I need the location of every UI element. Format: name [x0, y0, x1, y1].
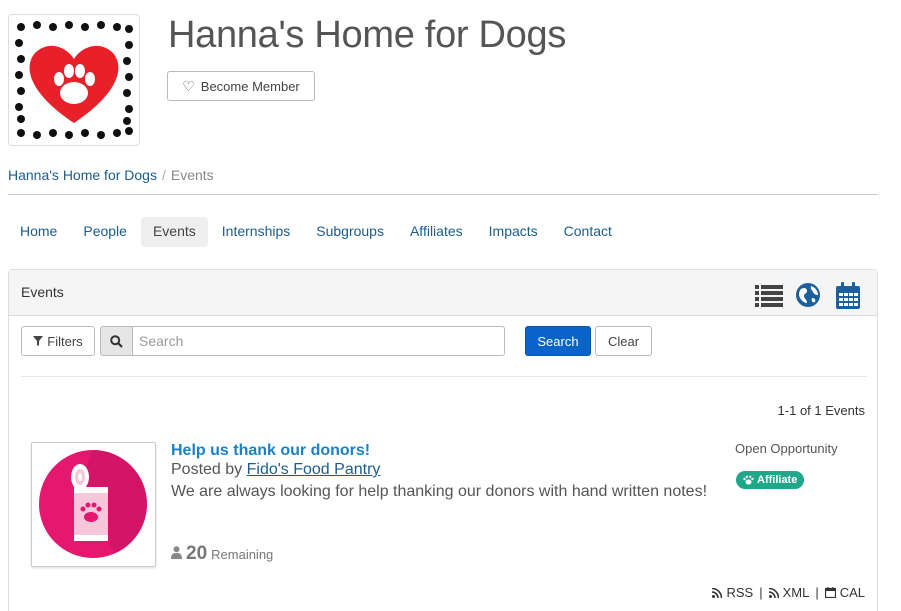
- calendar-small-icon: [824, 587, 836, 598]
- globe-icon[interactable]: [795, 282, 821, 308]
- tab-internships[interactable]: Internships: [210, 217, 302, 247]
- posted-by-prefix: Posted by: [171, 461, 243, 478]
- events-panel: Events Filters Search Search Clear 1-1 o…: [8, 269, 878, 611]
- xml-link[interactable]: XML: [783, 585, 810, 600]
- remaining-spots: 20 Remaining: [171, 543, 273, 565]
- event-thumbnail[interactable]: [31, 442, 156, 567]
- event-posted-by: Posted by Fido's Food Pantry: [171, 461, 380, 479]
- become-member-button[interactable]: ♡ Become Member: [167, 71, 315, 101]
- breadcrumb-org-link[interactable]: Hanna's Home for Dogs: [8, 167, 157, 183]
- filter-divider: [21, 376, 867, 377]
- dog-food-can-icon: [39, 450, 148, 558]
- tab-affiliates[interactable]: Affiliates: [398, 217, 475, 247]
- calendar-icon[interactable]: [835, 282, 861, 309]
- tab-home[interactable]: Home: [8, 217, 69, 247]
- org-name: Hanna's Home for Dogs: [168, 14, 567, 56]
- filters-label: Filters: [47, 333, 83, 349]
- clear-button[interactable]: Clear: [595, 326, 652, 356]
- affiliate-badge-label: Affiliate: [757, 474, 798, 486]
- tab-impacts[interactable]: Impacts: [477, 217, 550, 247]
- affiliate-badge: Affiliate: [736, 471, 805, 489]
- person-icon: [171, 546, 182, 559]
- event-description: We are always looking for help thanking …: [171, 483, 708, 500]
- feed-separator: |: [759, 585, 763, 600]
- event-title-link[interactable]: Help us thank our donors!: [171, 442, 370, 460]
- tab-events[interactable]: Events: [140, 217, 208, 247]
- feed-links: RSS | XML | CAL: [712, 585, 865, 600]
- paw-heart-logo-icon: [15, 21, 133, 139]
- cal-link[interactable]: CAL: [840, 585, 865, 600]
- posted-by-org-link[interactable]: Fido's Food Pantry: [247, 461, 381, 478]
- remaining-label: Remaining: [211, 547, 274, 562]
- search-button[interactable]: Search: [525, 326, 591, 356]
- xml-feed-icon: [768, 587, 779, 598]
- breadcrumb-current: Events: [170, 167, 214, 183]
- org-logo: [8, 14, 140, 146]
- breadcrumb: Hanna's Home for Dogs / Events: [8, 167, 214, 183]
- results-count: 1-1 of 1 Events: [777, 403, 865, 418]
- tab-people[interactable]: People: [71, 217, 139, 247]
- search-input[interactable]: [132, 326, 505, 356]
- filter-funnel-icon: [33, 336, 44, 346]
- remaining-count: 20: [186, 543, 208, 564]
- panel-title: Events: [21, 284, 64, 300]
- org-nav: Home People Events Internships Subgroups…: [8, 217, 626, 247]
- paw-icon: [743, 475, 754, 485]
- filter-bar: Filters Search Clear: [21, 326, 867, 358]
- become-member-label: Become Member: [200, 78, 300, 94]
- rss-icon: [712, 587, 723, 598]
- filters-button[interactable]: Filters: [21, 326, 95, 356]
- view-switcher: [755, 282, 861, 309]
- opportunity-status: Open Opportunity: [735, 441, 838, 456]
- search-icon: [100, 326, 132, 356]
- events-panel-header: Events: [9, 270, 877, 316]
- heart-outline-icon: ♡: [182, 78, 195, 94]
- rss-link[interactable]: RSS: [726, 585, 753, 600]
- breadcrumb-separator: /: [161, 167, 166, 183]
- header-divider: [8, 194, 878, 195]
- list-view-icon[interactable]: [755, 282, 783, 308]
- tab-contact[interactable]: Contact: [552, 217, 624, 247]
- feed-separator: |: [815, 585, 819, 600]
- tab-subgroups[interactable]: Subgroups: [304, 217, 396, 247]
